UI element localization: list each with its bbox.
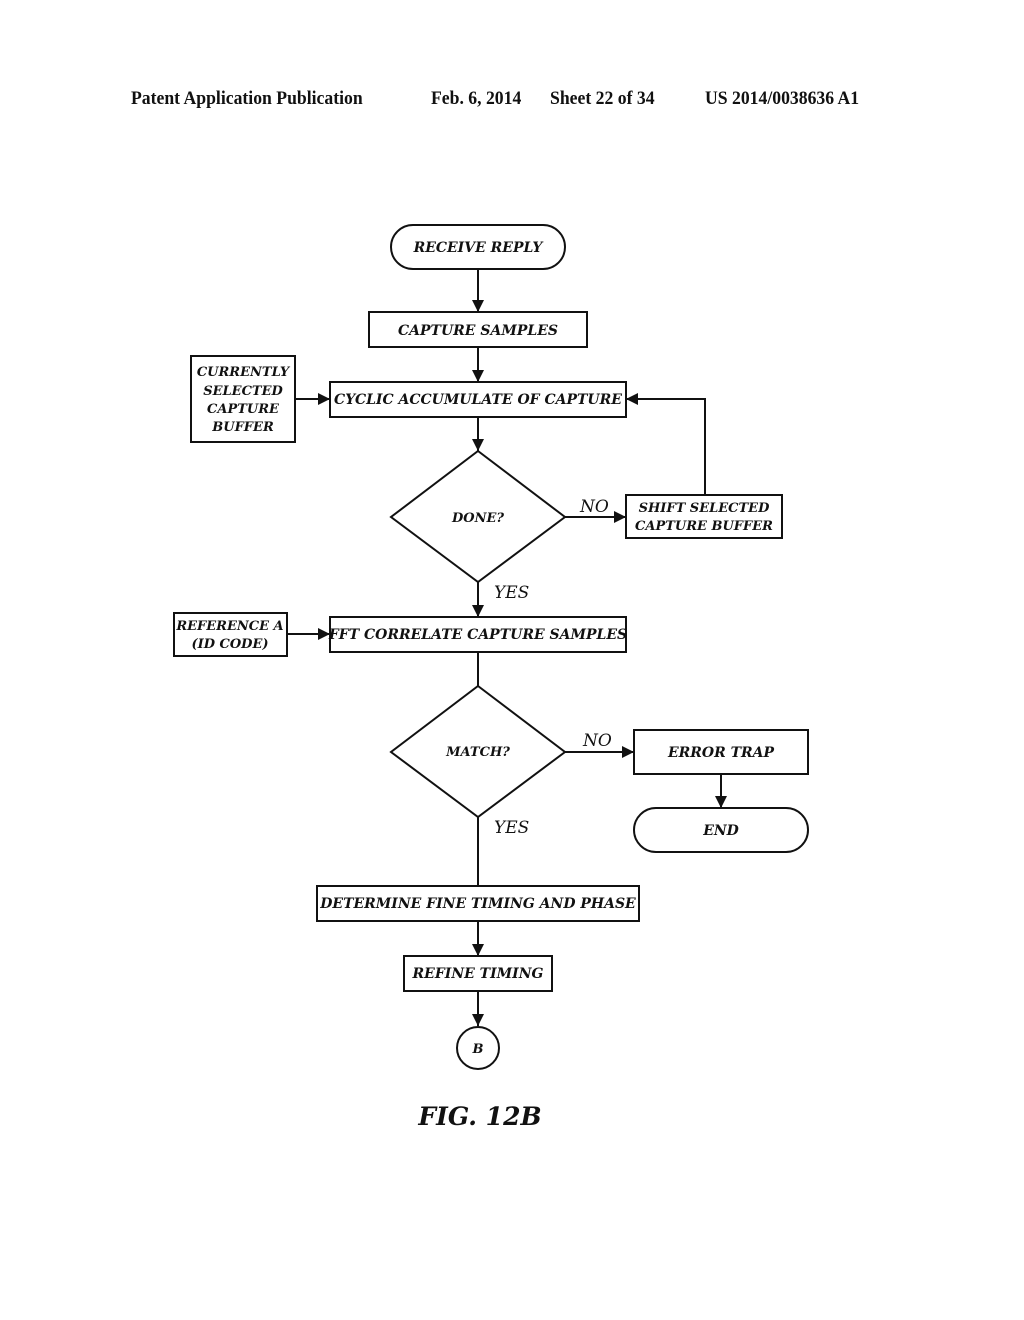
done-yes-label: YES (494, 583, 529, 603)
shift-buffer-label-line2: CAPTURE BUFFER (635, 519, 773, 534)
match-no-label: NO (582, 731, 612, 751)
match-label: MATCH? (445, 745, 510, 760)
shift-buffer-label-line1: SHIFT SELECTED (639, 501, 770, 516)
reference-a-label-line1: REFERENCE A (175, 619, 283, 634)
flowchart: RECEIVE REPLY CAPTURE SAMPLES CURRENTLY … (173, 224, 809, 1131)
refine-timing-label: REFINE TIMING (412, 966, 544, 982)
connector-b-label: B (472, 1042, 484, 1057)
current-buffer-label-line2: SELECTED (203, 384, 283, 399)
end-label: END (702, 823, 739, 839)
fft-correlate-label: FFT CORRELATE CAPTURE SAMPLES (328, 627, 627, 643)
current-buffer-label-line4: BUFFER (211, 420, 274, 435)
done-no-label: NO (579, 497, 609, 517)
cyclic-accumulate-label: CYCLIC ACCUMULATE OF CAPTURE (334, 392, 622, 408)
current-buffer-label-line3: CAPTURE (207, 402, 280, 417)
current-buffer-label-line1: CURRENTLY (197, 365, 291, 380)
capture-samples-label: CAPTURE SAMPLES (398, 323, 558, 339)
done-label: DONE? (451, 511, 504, 526)
edge-shift-loop-to-cyclic (626, 393, 706, 495)
figure-caption: FIG. 12B (417, 1102, 541, 1131)
reference-a-label-line2: (ID CODE) (191, 637, 268, 652)
match-yes-label: YES (494, 818, 529, 838)
receive-reply-label: RECEIVE REPLY (413, 240, 545, 256)
error-trap-label: ERROR TRAP (667, 745, 775, 761)
fine-timing-label: DETERMINE FINE TIMING AND PHASE (319, 896, 636, 912)
